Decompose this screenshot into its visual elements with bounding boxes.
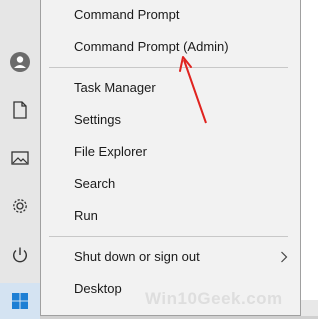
chevron-right-icon: [281, 251, 288, 263]
menu-item-command-prompt[interactable]: Command Prompt: [41, 0, 300, 30]
menu-item-file-explorer[interactable]: File Explorer: [41, 136, 300, 167]
menu-item-label: Shut down or sign out: [74, 249, 200, 264]
user-icon: [10, 52, 30, 72]
background-window-edge: [301, 300, 318, 316]
menu-item-task-manager[interactable]: Task Manager: [41, 72, 300, 103]
menu-divider: [49, 67, 288, 68]
documents-button[interactable]: [0, 94, 40, 126]
menu-item-settings[interactable]: Settings: [41, 104, 300, 135]
menu-item-shut-down-or-sign-out[interactable]: Shut down or sign out: [41, 241, 300, 272]
document-icon: [13, 101, 27, 119]
power-button[interactable]: [0, 239, 40, 271]
start-button[interactable]: [0, 283, 40, 319]
settings-gear-icon: [13, 199, 27, 213]
windows-logo-icon: [12, 293, 28, 309]
power-user-menu: Command Prompt Command Prompt (Admin) Ta…: [40, 0, 301, 316]
power-icon: [13, 247, 27, 263]
user-account-button[interactable]: [0, 46, 40, 78]
menu-divider: [49, 236, 288, 237]
settings-rail-button[interactable]: [0, 190, 40, 222]
menu-item-search[interactable]: Search: [41, 168, 300, 199]
pictures-icon: [11, 151, 29, 165]
menu-item-command-prompt-admin[interactable]: Command Prompt (Admin): [41, 31, 300, 62]
pictures-button[interactable]: [0, 142, 40, 174]
watermark: Win10Geek.com: [145, 289, 283, 308]
menu-item-run[interactable]: Run: [41, 200, 300, 231]
